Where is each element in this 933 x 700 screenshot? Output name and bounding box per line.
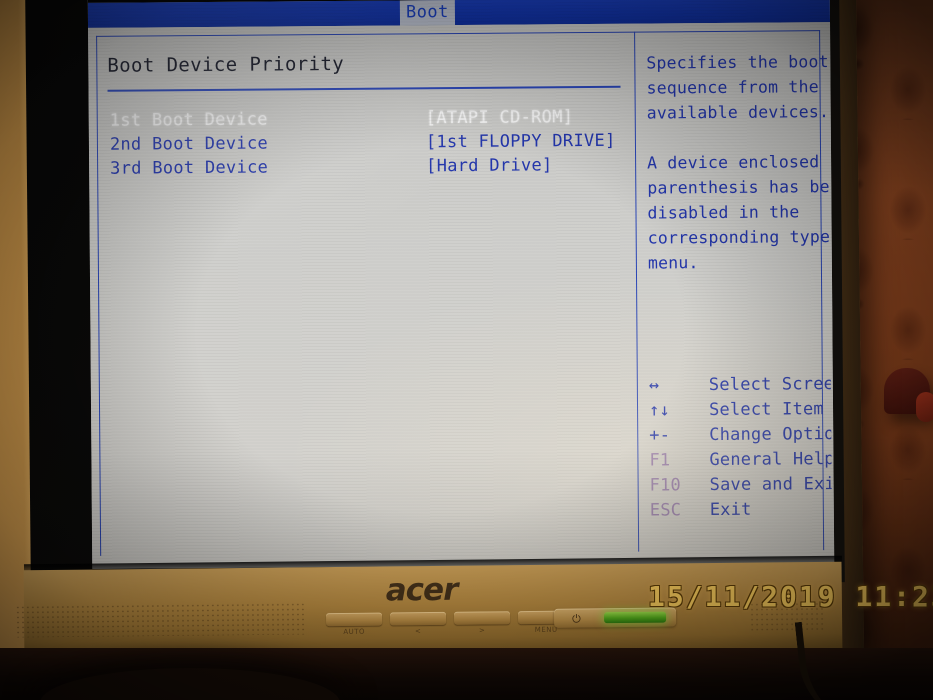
key-legend-desc-general-help: General Help (709, 449, 833, 471)
help-text-block: Specifies the boot sequence from the ava… (646, 49, 832, 301)
osd-right-button[interactable] (453, 611, 511, 625)
plus-minus-icon: +- (649, 425, 671, 446)
key-legend-row-general-help: F1 General Help (645, 449, 832, 476)
osd-auto-label: AUTO (343, 627, 366, 636)
lcd-screen: BIOS SETUP UTILITY Boot Boot Device Prio… (87, 0, 835, 569)
key-legend-desc-save-and-exit: Save and Exit (709, 473, 833, 496)
boot-device-value-3[interactable]: [Hard Drive] (426, 155, 553, 176)
osd-left-label: < (414, 627, 422, 636)
speaker-grille-left (15, 602, 307, 638)
boot-device-value-1[interactable]: [ATAPI CD-ROM] (426, 107, 574, 128)
key-legend-row-save-and-exit: F10 Save and Exit (646, 474, 833, 501)
key-label-esc: ESC (649, 500, 682, 521)
key-legend-desc-change-option: Change Option (709, 423, 833, 446)
section-title-rule (107, 85, 621, 92)
key-legend-desc-select-screen: Select Screen (708, 373, 833, 396)
key-legend-row-select-item: ↑↓ Select Item (645, 399, 832, 426)
camera-datestamp: 15/11/2019 11:23 (648, 580, 933, 613)
osd-auto-button[interactable] (326, 612, 383, 627)
key-legend-row-exit: ESC Exit (646, 499, 832, 526)
power-cable (794, 606, 933, 700)
boot-device-label-1: 1st Boot Device (109, 109, 268, 131)
power-icon: ⏻ (572, 612, 581, 626)
osd-button-strip: AUTO < > MENU ⏻ (326, 607, 746, 639)
osd-right-label: > (478, 626, 486, 635)
osd-left-button[interactable] (390, 611, 447, 626)
acer-logo: acer (385, 571, 458, 609)
boot-device-value-2[interactable]: [1st FLOPPY DRIVE] (426, 131, 616, 152)
key-label-f1: F1 (649, 450, 671, 471)
tab-boot[interactable]: Boot (399, 0, 455, 26)
boot-device-priority-panel: Boot Device Priority 1st Boot Device [AT… (97, 33, 638, 555)
help-panel: Specifies the boot sequence from the ava… (636, 31, 832, 550)
help-paragraph-1: Specifies the boot sequence from the ava… (646, 52, 830, 123)
section-title: Boot Device Priority (107, 52, 345, 77)
boot-device-list: 1st Boot Device [ATAPI CD-ROM] 2nd Boot … (108, 107, 629, 183)
boot-device-row-3[interactable]: 3rd Boot Device [Hard Drive] (108, 155, 628, 183)
key-label-f10: F10 (649, 475, 682, 496)
key-legend: ↔ Select Screen ↑↓ Select Item +- Change… (645, 374, 832, 526)
key-legend-row-change-option: +- Change Option (645, 424, 832, 451)
key-legend-desc-select-item: Select Item (708, 399, 824, 421)
photograph-of-monitor: BIOS SETUP UTILITY Boot Boot Device Prio… (0, 0, 933, 700)
power-led-indicator (604, 611, 667, 624)
left-right-arrow-icon: ↔ (648, 375, 660, 396)
key-legend-row-select-screen: ↔ Select Screen (645, 374, 832, 401)
up-down-arrow-icon: ↑↓ (648, 400, 671, 421)
key-legend-desc-exit: Exit (709, 499, 752, 521)
bios-body: Boot Device Priority 1st Boot Device [AT… (88, 22, 835, 569)
boot-device-label-2: 2nd Boot Device (109, 133, 269, 155)
help-paragraph-2: A device enclosed parenthesis has been d… (647, 152, 833, 273)
boot-device-label-3: 3rd Boot Device (110, 157, 269, 179)
wall-decor-object-secondary (916, 392, 933, 422)
